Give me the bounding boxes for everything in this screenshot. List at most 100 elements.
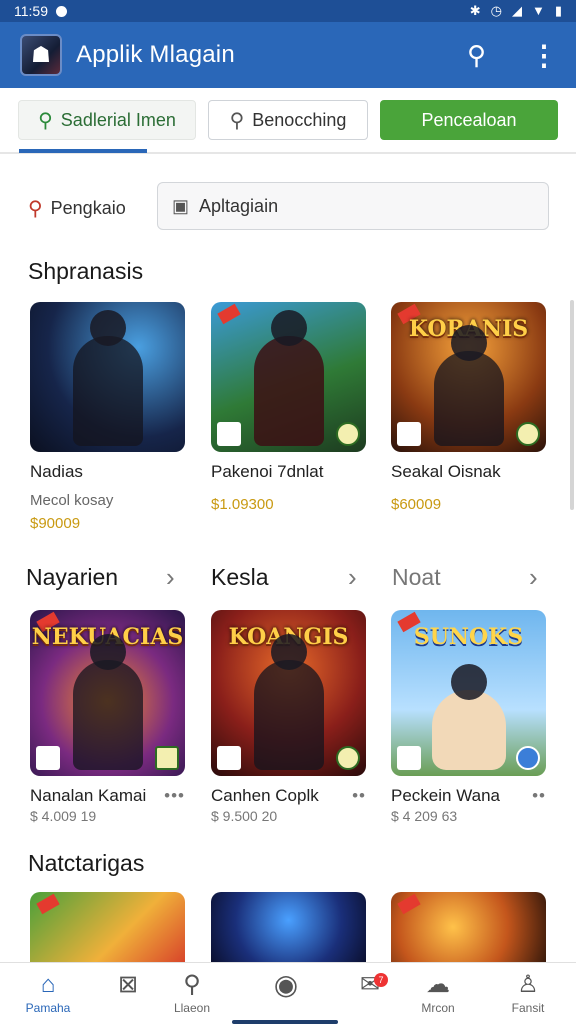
search-label: ⚲ Pengkaio — [28, 196, 126, 221]
app-card[interactable]: KOANGIS Canhen Coplk •• $ 9.500 20 — [211, 610, 366, 824]
app-name: Canhen Coplk — [211, 786, 319, 805]
app-card[interactable] — [391, 892, 546, 962]
scrollbar[interactable] — [570, 300, 574, 510]
app-card[interactable]: NEKUACIAS Nanalan Kamai ••• $ 4.009 19 — [30, 610, 185, 824]
nav-search[interactable]: ⚲ Llaeon — [152, 971, 232, 1015]
app-grid-icon: ▣ — [172, 195, 190, 216]
app-card[interactable] — [30, 892, 185, 962]
app-bar: ☗ Applik Mlagain ⚲ ⋮ — [0, 22, 576, 88]
status-time: 11:59 — [14, 3, 48, 19]
app-thumbnail — [30, 302, 185, 452]
tab-action-button[interactable]: Pencealoan — [380, 100, 558, 140]
ribbon-icon — [217, 303, 241, 325]
chevron-right-icon[interactable]: › — [348, 562, 357, 593]
search-placeholder: Apltagiain — [199, 195, 279, 216]
app-name: Nanalan Kamai — [30, 786, 147, 805]
app-thumbnail — [211, 892, 366, 962]
tab-label: Sadlerial Imen — [60, 109, 176, 130]
tab-featured[interactable]: ⚲ Sadlerial Imen — [18, 100, 196, 153]
app-price: $1.09300 — [211, 496, 274, 513]
tab-label: Benocching — [252, 109, 347, 130]
battery-icon: ▮ — [554, 3, 562, 18]
nav-cloud[interactable]: ☁ Mrcon — [398, 971, 478, 1015]
wifi-icon: ◢ — [511, 3, 522, 18]
chevron-right-icon[interactable]: › — [529, 562, 538, 593]
signal-icon: ▼ — [531, 3, 545, 18]
rating-badge-icon — [516, 422, 540, 446]
character-art — [431, 690, 506, 770]
nav-profile[interactable]: ♙ Fansit — [488, 971, 568, 1015]
more-options-icon[interactable]: ⋮ — [530, 39, 558, 72]
game-logo-text: SUNOKS — [413, 624, 524, 650]
app-price: $ 4 209 63 — [391, 808, 458, 824]
nav-compass[interactable]: ◉ — [246, 971, 326, 1001]
app-price: $ 4.009 19 — [30, 808, 97, 824]
notification-dot-icon — [56, 5, 67, 17]
app-price: $ 9.500 20 — [211, 808, 278, 824]
app-thumbnail: SUNOKS — [391, 610, 546, 776]
app-thumbnail — [30, 892, 185, 962]
more-icon[interactable]: •• — [532, 786, 546, 806]
rating-badge-icon — [336, 746, 360, 770]
section-title: Natctarigas — [28, 850, 145, 876]
publisher-badge-icon — [397, 746, 421, 770]
bottom-navigation: ⌂ Pamaha ⊠ ⚲ Llaeon ◉ ✉ 7 ☁ Mrcon ♙ Fans… — [0, 962, 576, 1024]
tab-browse[interactable]: ⚲ Benocching — [208, 100, 368, 140]
character-art — [72, 660, 143, 770]
home-icon: ⌂ — [40, 971, 56, 998]
app-name: Seakal Oisnak — [391, 462, 501, 481]
nav-label: Fansit — [511, 1001, 545, 1015]
character-art — [72, 336, 143, 446]
app-card[interactable]: SUNOKS Peckein Wana •• $ 4 209 63 — [391, 610, 546, 824]
rating-badge-icon — [155, 746, 179, 770]
publisher-badge-icon — [217, 746, 241, 770]
profile-icon: ♙ — [517, 971, 539, 998]
compass-icon: ◉ — [273, 969, 299, 1000]
nav-label: Pamaha — [25, 1001, 71, 1015]
app-thumbnail: KORANIS — [391, 302, 546, 452]
app-name: Nadias — [30, 462, 83, 481]
publisher-badge-icon — [397, 422, 421, 446]
search-icon: ⚲ — [28, 198, 43, 220]
app-thumbnail: KOANGIS — [211, 610, 366, 776]
notification-badge: 7 — [374, 973, 388, 987]
nav-label: Llaeon — [173, 1001, 211, 1015]
section-title[interactable]: Nayarien — [26, 564, 118, 591]
more-icon[interactable]: ••• — [164, 786, 185, 806]
ribbon-icon — [36, 893, 60, 915]
app-thumbnail — [211, 302, 366, 452]
app-thumbnail — [391, 892, 546, 962]
character-art — [433, 351, 504, 446]
app-card[interactable]: Nadias Mecol kosay $90009 — [30, 302, 185, 532]
nav-home[interactable]: ⌂ Pamaha — [8, 971, 88, 1015]
app-logo: ☗ — [20, 34, 62, 76]
more-icon[interactable]: •• — [352, 786, 366, 806]
home-indicator — [232, 1020, 338, 1024]
section-title[interactable]: Noat — [392, 564, 441, 591]
section-title[interactable]: Kesla — [211, 564, 269, 591]
alarm-icon: ◷ — [490, 3, 502, 18]
app-developer: Mecol kosay — [30, 492, 114, 509]
character-art — [253, 660, 324, 770]
app-card[interactable] — [211, 892, 366, 962]
search-row: ⚲ Pengkaio ▣ Apltagiain — [0, 182, 576, 232]
app-card[interactable]: Pakenoi 7dnlat $1.09300 — [211, 302, 366, 513]
app-card[interactable]: KORANIS Seakal Oisnak $60009 — [391, 302, 546, 513]
app-thumbnail: NEKUACIAS — [30, 610, 185, 776]
ribbon-icon — [397, 893, 421, 915]
publisher-badge-icon — [36, 746, 60, 770]
app-title: Applik Mlagain — [76, 41, 235, 68]
bluetooth-icon: ✱ — [469, 3, 481, 18]
search-icon[interactable]: ⚲ — [467, 40, 486, 71]
search-icon: ⚲ — [38, 109, 53, 132]
app-name: Pakenoi 7dnlat — [211, 462, 324, 481]
chevron-right-icon[interactable]: › — [166, 562, 175, 593]
section-title: Shpranasis — [28, 258, 144, 284]
play-icon[interactable] — [516, 746, 540, 770]
nav-label: Mrcon — [421, 1001, 455, 1015]
search-input[interactable]: ▣ Apltagiain — [157, 182, 549, 230]
status-bar: 11:59 ✱ ◷ ◢ ▼ ▮ — [0, 0, 576, 22]
status-icons: ✱ ◷ ◢ ▼ ▮ — [470, 3, 562, 19]
search-label-text: Pengkaio — [50, 198, 126, 218]
app-name: Peckein Wana — [391, 786, 500, 805]
